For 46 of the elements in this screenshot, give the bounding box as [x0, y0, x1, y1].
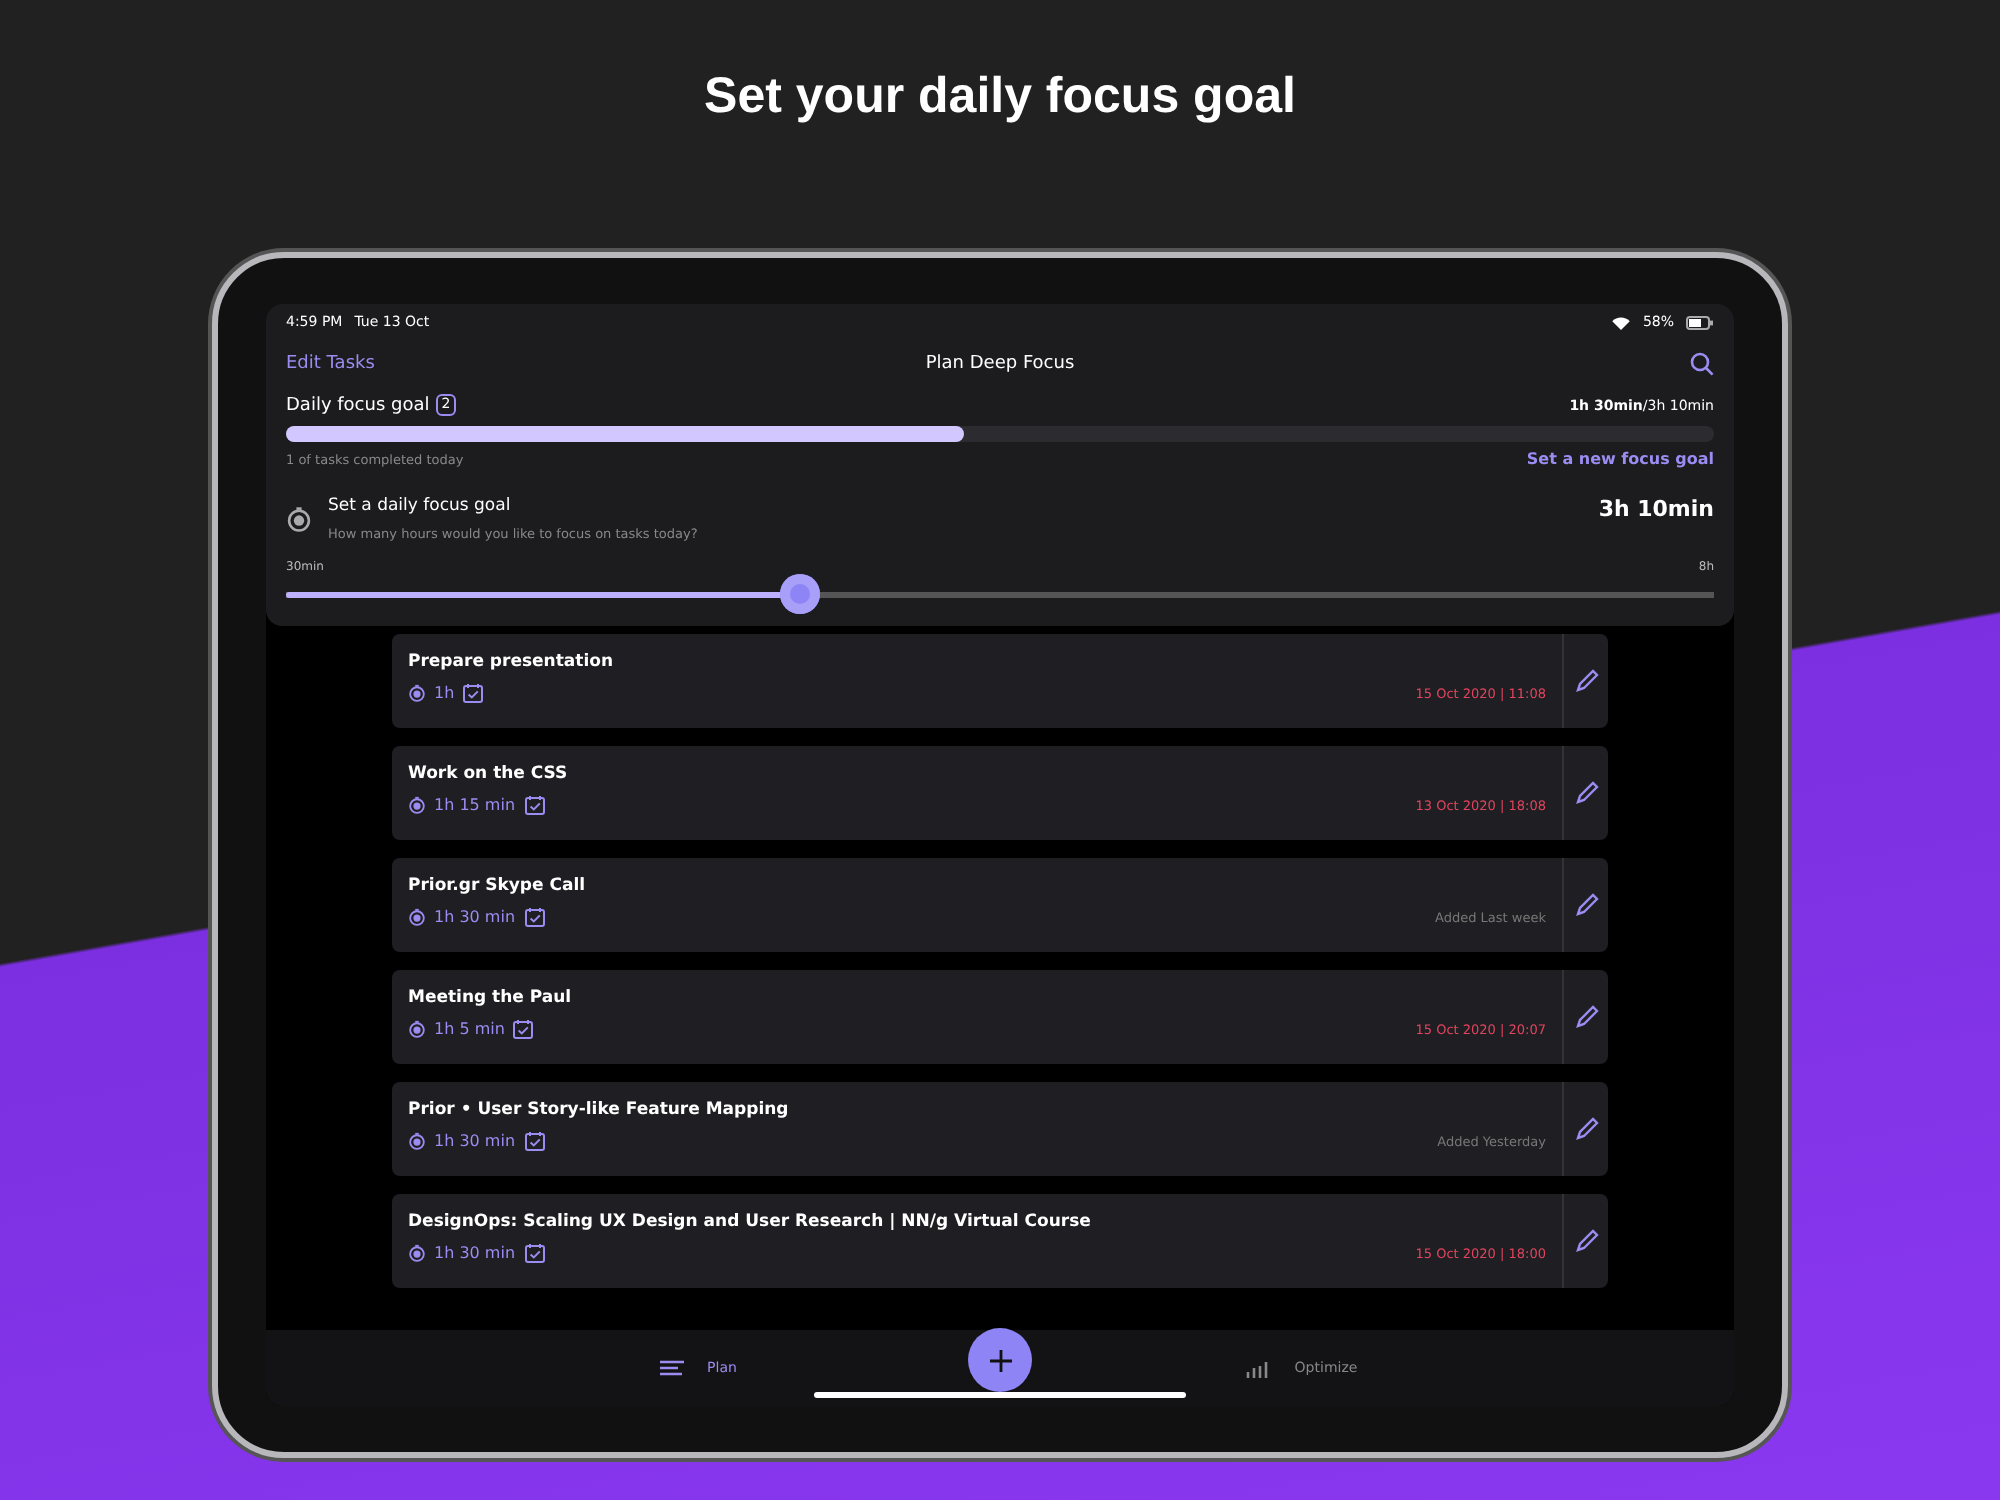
- pencil-icon: [1573, 1116, 1599, 1142]
- pencil-icon: [1573, 892, 1599, 918]
- calendar-check-icon: [512, 1018, 535, 1040]
- search-icon[interactable]: [1690, 352, 1714, 376]
- calendar-check-icon: [462, 682, 485, 704]
- stopwatch-icon: [408, 1244, 426, 1262]
- task-duration: 1h 5 min: [434, 1020, 505, 1038]
- task-duration: 1h 30 min: [434, 1244, 516, 1262]
- goal-value: 3h 10min: [1598, 496, 1714, 522]
- task-title: Meeting the Paul: [408, 988, 574, 1008]
- stopwatch-icon: [408, 796, 426, 814]
- pencil-icon: [1573, 780, 1599, 806]
- stopwatch-icon: [408, 908, 426, 926]
- task-title: Work on the CSS: [408, 764, 570, 784]
- task-duration: 1h 15 min: [434, 796, 516, 814]
- pencil-icon: [1573, 1004, 1599, 1030]
- pencil-icon: [1573, 668, 1599, 694]
- task-title: Prior • User Story-like Feature Mapping: [408, 1100, 791, 1120]
- pencil-icon: [1573, 1228, 1599, 1254]
- battery-icon: [1686, 315, 1714, 329]
- edit-tasks-link[interactable]: Edit Tasks: [286, 354, 375, 374]
- stopwatch-icon: [408, 1132, 426, 1150]
- stopwatch-icon: [408, 1020, 426, 1038]
- headline: Set your daily focus goal: [704, 68, 1296, 128]
- task-title: Prepare presentation: [408, 652, 616, 672]
- wifi-icon: [1612, 315, 1631, 329]
- task-duration: 1h 30 min: [434, 908, 516, 926]
- task-title: DesignOps: Scaling UX Design and User Research | NN/g Virtual Course: [408, 1212, 1093, 1232]
- plus-icon: [989, 1349, 1011, 1371]
- add-button[interactable]: [968, 1328, 1032, 1392]
- calendar-check-icon: [523, 906, 546, 928]
- task-title: Prior.gr Skype Call: [408, 876, 588, 896]
- calendar-check-icon: [523, 1130, 546, 1152]
- setter-title: Set a daily focus goal: [328, 496, 513, 516]
- list-icon: [659, 1359, 684, 1377]
- new-goal-link[interactable]: Set a new focus goal: [1526, 450, 1714, 468]
- screen-title: Plan Deep Focus: [925, 354, 1075, 374]
- bar-chart-icon: [1246, 1359, 1271, 1377]
- calendar-check-icon: [523, 1242, 546, 1264]
- task-duration: 1h 30 min: [434, 1132, 516, 1150]
- task-duration: 1h: [434, 684, 455, 702]
- stopwatch-icon: [286, 506, 312, 532]
- stopwatch-icon: [408, 684, 426, 702]
- goal-label: Daily focus goal: [286, 395, 430, 415]
- slider-thumb[interactable]: [780, 574, 821, 614]
- calendar-check-icon: [523, 794, 546, 816]
